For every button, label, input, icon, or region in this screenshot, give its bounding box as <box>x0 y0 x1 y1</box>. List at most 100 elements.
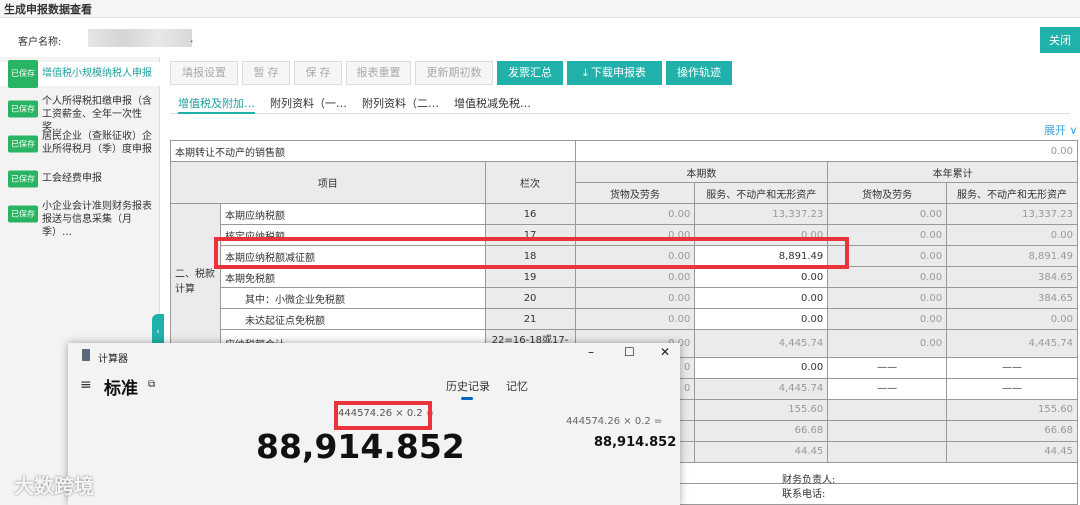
cell: 0.00 <box>574 266 696 289</box>
table-row: 未达起征点免税额 21 0.00 0.00 0.00 0.00 <box>171 308 1078 331</box>
expand-toggle[interactable]: 展开 ∨ <box>1044 122 1078 138</box>
cell: 0.00 <box>574 308 696 331</box>
history-expression[interactable]: 444574.26 × 0.2 = <box>566 416 662 427</box>
reset-button[interactable]: 报表重置 <box>346 61 411 85</box>
cell: 4,445.74 <box>946 329 1078 358</box>
section-label: 二、税款计算 <box>170 203 221 358</box>
contact-phone-label: 联系电话: <box>782 489 826 500</box>
cell: 44.45 <box>946 440 1078 463</box>
cell: 0.00 <box>827 266 948 289</box>
cell: —— <box>946 377 1078 400</box>
cell: —— <box>946 356 1078 379</box>
sidebar-item-label: 小企业会计准则财务报表报送与信息采集（月季）… <box>42 201 152 238</box>
customer-name-blurred <box>88 29 192 47</box>
cell: —— <box>827 356 948 379</box>
cell <box>827 419 948 442</box>
calculator-app-icon <box>82 349 90 361</box>
hamburger-menu-icon[interactable]: ≡ <box>80 377 92 393</box>
cell: 13,337.23 <box>946 203 1078 226</box>
cell: 384.65 <box>946 266 1078 289</box>
header-service: 服务、不动产和无形资产 <box>946 182 1078 205</box>
row-col: 20 <box>484 287 576 310</box>
input-cell[interactable]: 0.00 <box>694 356 829 379</box>
cell: 384.65 <box>946 287 1078 310</box>
sidebar-item-financial[interactable]: 已保存 小企业会计准则财务报表报送与信息采集（月季）… <box>0 200 160 238</box>
cell: 4,445.74 <box>694 329 829 358</box>
customer-suffix: . <box>190 32 194 45</box>
cell: 0.00 <box>946 308 1078 331</box>
header-period: 本期数 <box>574 161 829 184</box>
cell: 0.00 <box>946 224 1078 247</box>
cell: 4,445.74 <box>694 377 829 400</box>
sidebar-item-label: 居民企业（查账征收）企业所得税月（季）度申报 <box>42 131 152 155</box>
maximize-icon[interactable]: ☐ <box>624 345 635 359</box>
sidebar-item-union[interactable]: 已保存 工会经费申报 <box>0 170 160 188</box>
cell: 0.00 <box>574 287 696 310</box>
cell: 13,337.23 <box>694 203 829 226</box>
close-icon[interactable]: ✕ <box>660 345 670 359</box>
table-row: 其中：小微企业免税额 20 0.00 0.00 0.00 384.65 <box>171 287 1078 310</box>
close-button[interactable]: 关闭 <box>1040 27 1080 53</box>
cell: 0.00 <box>827 308 948 331</box>
cell: 0.00 <box>574 203 696 226</box>
input-cell[interactable]: 0.00 <box>694 308 829 331</box>
sidebar-item-label: 增值税小规模纳税人申报 <box>42 68 152 79</box>
sidebar-item-label: 工会经费申报 <box>42 173 102 184</box>
row-label: 本期应纳税额 <box>219 203 486 226</box>
cell: 66.68 <box>946 419 1078 442</box>
sidebar-item-iit[interactable]: 已保存 个人所得税扣缴申报（含工资薪金、全年一次性奖… <box>0 95 160 133</box>
cell: —— <box>827 377 948 400</box>
sidebar-item-label: 个人所得税扣缴申报（含工资薪金、全年一次性奖… <box>42 96 152 133</box>
sidebar-item-vat[interactable]: 已保存 增值税小规模纳税人申报 <box>0 60 160 88</box>
active-tab-indicator <box>461 397 473 400</box>
table-row: 本期免税额 19 0.00 0.00 0.00 384.65 <box>171 266 1078 289</box>
download-report-button[interactable]: ⤓ 下载申报表 <box>567 61 662 85</box>
header-service: 服务、不动产和无形资产 <box>694 182 829 205</box>
finance-officer-label: 财务负责人: <box>782 475 836 486</box>
tab-history[interactable]: 历史记录 <box>446 378 490 394</box>
tab-schedule-1[interactable]: 附列资料（一… <box>270 95 347 111</box>
cell: 0.00 <box>827 329 948 358</box>
cell: 0.00 <box>827 287 948 310</box>
sidebar-item-cit[interactable]: 已保存 居民企业（查账征收）企业所得税月（季）度申报 <box>0 130 160 158</box>
tab-memory[interactable]: 记忆 <box>506 378 528 394</box>
watermark-logo: 大数跨境 <box>14 474 94 498</box>
saved-badge: 已保存 <box>8 100 38 118</box>
saved-badge: 已保存 <box>8 135 38 153</box>
fill-settings-button[interactable]: 填报设置 <box>170 61 238 85</box>
stage-button[interactable]: 暂 存 <box>242 61 290 85</box>
invoice-summary-button[interactable]: 发票汇总 <box>497 61 563 85</box>
cell: 66.68 <box>694 419 829 442</box>
tab-tax-relief[interactable]: 增值税减免税… <box>454 95 531 111</box>
window-title: 生成申报数据查看 <box>0 0 1080 18</box>
calculator-window: 计算器 – ☐ ✕ ≡ 标准 ⧉ 历史记录 记忆 444574.26 × 0.2… <box>68 343 680 505</box>
calculator-result: 88,914.852 <box>256 427 465 466</box>
input-cell[interactable]: 0.00 <box>694 287 829 310</box>
cell: 155.60 <box>694 398 829 421</box>
tab-vat-main[interactable]: 增值税及附加… <box>178 95 255 114</box>
header-item: 项目 <box>170 161 486 205</box>
table-row: 二、税款计算 本期应纳税额 16 0.00 13,337.23 0.00 13,337.23 <box>170 203 1078 358</box>
customer-label: 客户名称: <box>18 37 62 48</box>
table-header-row: 项目 栏次 本期数 本年累计 <box>170 161 1078 205</box>
download-icon: ⤓ <box>583 67 588 79</box>
row-col: 21 <box>484 308 576 331</box>
row-label: 未达起征点免税额 <box>219 308 486 331</box>
history-result[interactable]: 88,914.852 <box>594 435 676 450</box>
row-col: 16 <box>484 203 576 226</box>
keep-on-top-icon[interactable]: ⧉ <box>148 379 155 390</box>
header-goods: 货物及劳务 <box>574 182 696 205</box>
saved-badge: 已保存 <box>8 170 38 188</box>
tab-schedule-2[interactable]: 附列资料（二… <box>362 95 439 111</box>
saved-badge: 已保存 <box>8 60 38 88</box>
report-tabs: 增值税及附加… 附列资料（一… 附列资料（二… 增值税减免税… <box>170 92 1070 114</box>
operation-log-button[interactable]: 操作轨迹 <box>666 61 732 85</box>
customer-bar: 客户名称: . 关闭 <box>0 22 1080 56</box>
saved-badge: 已保存 <box>8 205 38 223</box>
save-button[interactable]: 保 存 <box>294 61 342 85</box>
update-opening-button[interactable]: 更新期初数 <box>415 61 493 85</box>
input-cell[interactable]: 0.00 <box>694 266 829 289</box>
download-label: 下载申报表 <box>590 67 646 79</box>
minimize-icon[interactable]: – <box>588 345 594 359</box>
cell <box>827 440 948 463</box>
